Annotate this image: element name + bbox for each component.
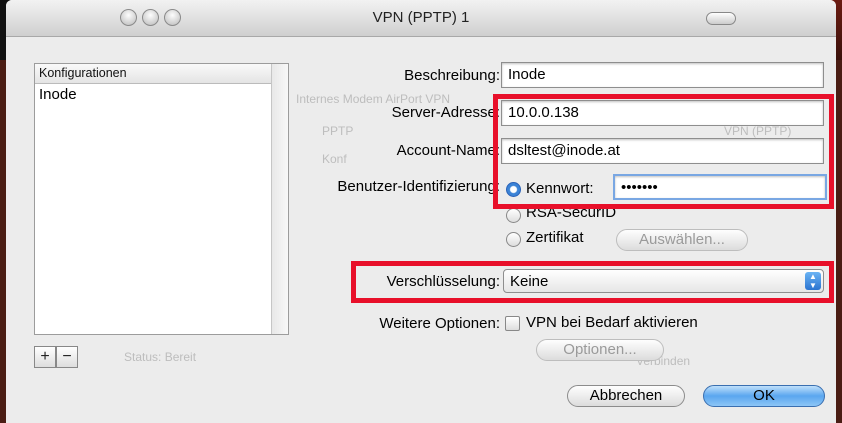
server-address-field[interactable]: 10.0.0.138 — [501, 100, 824, 126]
toolbar-toggle-icon[interactable] — [706, 12, 736, 25]
more-options-label: Weitere Optionen: — [379, 315, 500, 332]
certificate-radio[interactable] — [506, 232, 521, 247]
password-field[interactable]: ••••••• — [613, 174, 827, 200]
rsa-securid-label: RSA-SecurID — [526, 204, 617, 221]
ghost-status: Status: Bereit — [124, 350, 197, 364]
password-radio[interactable] — [506, 182, 521, 197]
vpn-config-sheet: VPN (PPTP) 1 Internes Modem AirPort VPN … — [6, 0, 836, 423]
options-button[interactable]: Optionen... — [536, 339, 664, 361]
ghost-vpn-badge: VPN (PPTP) — [724, 124, 792, 138]
encryption-label: Verschlüsselung: — [386, 273, 500, 290]
certificate-label: Zertifikat — [526, 229, 584, 246]
title-bar: VPN (PPTP) 1 — [6, 0, 836, 37]
ghost-config: Konf — [322, 152, 347, 166]
cancel-button[interactable]: Abbrechen — [567, 385, 685, 407]
ghost-pptp: PPTP — [322, 124, 354, 138]
description-field[interactable]: Inode — [501, 62, 824, 88]
list-scrollbar[interactable] — [271, 64, 288, 334]
choose-certificate-button[interactable]: Auswählen... — [616, 229, 748, 251]
account-name-field[interactable]: dsltest@inode.at — [501, 138, 824, 164]
configurations-list[interactable]: Konfigurationen Inode — [34, 63, 289, 335]
encryption-select[interactable]: Keine ▲ ▼ — [503, 269, 824, 293]
list-item[interactable]: Inode — [35, 84, 288, 106]
vpn-on-demand-label: VPN bei Bedarf aktivieren — [526, 314, 698, 331]
encryption-value: Keine — [510, 273, 549, 290]
server-address-label: Server-Adresse: — [391, 104, 500, 121]
account-name-label: Account-Name: — [396, 142, 500, 159]
description-label: Beschreibung: — [404, 67, 500, 84]
add-configuration-button[interactable]: + — [34, 346, 56, 368]
select-stepper-icon: ▲ ▼ — [805, 272, 821, 290]
password-radio-label: Kennwort: — [526, 180, 594, 197]
vpn-on-demand-checkbox[interactable] — [505, 316, 520, 331]
remove-configuration-button[interactable]: − — [56, 346, 78, 368]
configurations-list-header: Konfigurationen — [35, 64, 288, 84]
rsa-securid-radio[interactable] — [506, 208, 521, 223]
user-identification-label: Benutzer-Identifizierung: — [337, 178, 500, 195]
ok-button[interactable]: OK — [703, 385, 825, 407]
